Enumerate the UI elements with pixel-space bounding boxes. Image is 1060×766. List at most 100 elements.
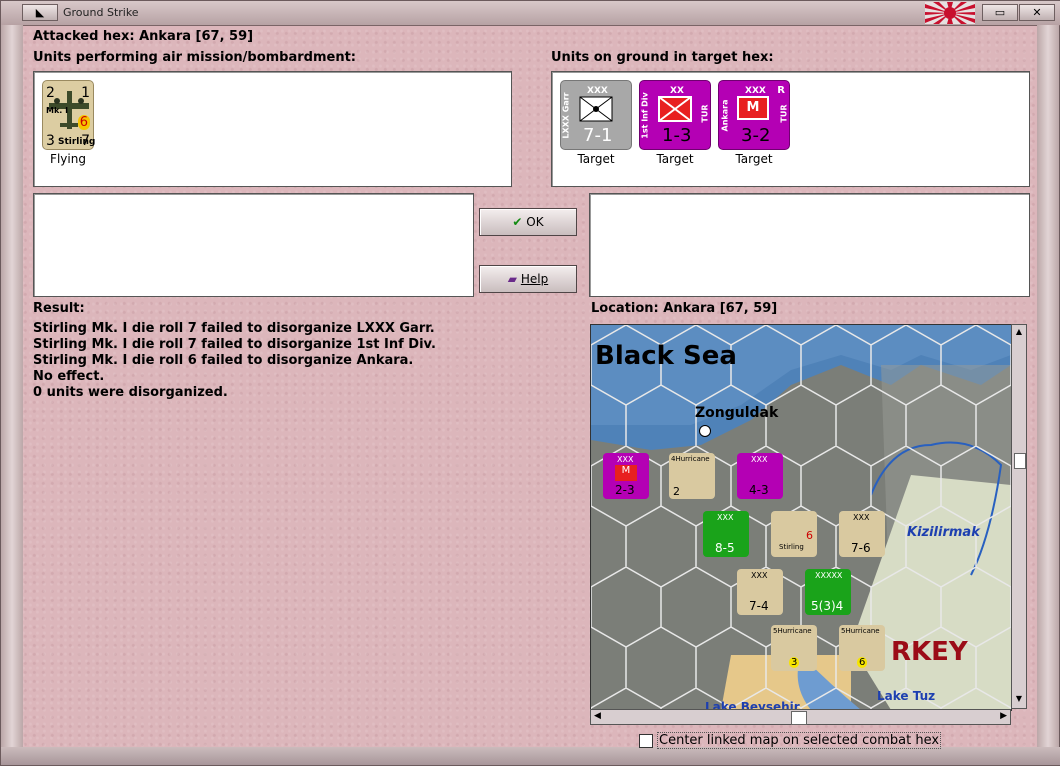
unit-size: XX [670, 86, 684, 96]
map-counter[interactable]: XXX 4-3 [737, 453, 783, 499]
unit-counter: XXX R Ankara TUR M 3-2 [718, 80, 790, 150]
map-label-sea: Black Sea [595, 341, 737, 371]
japan-flag-icon [925, 2, 975, 24]
map-counter[interactable]: Stirling 6 [771, 511, 817, 557]
scroll-up-icon[interactable]: ▲ [1014, 327, 1024, 339]
unit-status: Target [735, 152, 773, 166]
counter-values: 3 [789, 657, 800, 668]
unit-values: 1-3 [662, 125, 692, 146]
counter-values: 2 [673, 485, 680, 498]
result-line: Stirling Mk. I die roll 6 failed to diso… [33, 353, 414, 368]
scroll-down-icon[interactable]: ▼ [1014, 694, 1024, 706]
map-counter[interactable]: 5Hurricane 3 [771, 625, 817, 671]
map-counter[interactable]: XXX 8-5 [703, 511, 749, 557]
air-units-panel: 2 1 Mk. I 6 3 Stirling 7 Flying [33, 71, 512, 187]
title-bar: ◣ Ground Strike ▭ ✕ [1, 1, 1060, 26]
left-info-panel [33, 193, 474, 297]
unit-nation: TUR [700, 104, 710, 123]
map-label-country: RKEY [891, 637, 968, 667]
system-menu-button[interactable]: ◣ [22, 4, 58, 21]
unit-corner: R [777, 85, 785, 96]
unit-status: Target [577, 152, 615, 166]
air-units-label: Units performing air mission/bombardment… [33, 50, 357, 65]
unit-symbol: M [737, 96, 769, 120]
map-counter[interactable]: 4Hurricane 2 [669, 453, 715, 499]
defense-value: 3 [46, 133, 55, 149]
window-title: Ground Strike [63, 6, 139, 19]
checkmark-icon: ✔ [512, 215, 523, 229]
counter-values: 7-6 [851, 541, 871, 555]
scroll-right-icon[interactable]: ▶ [1000, 711, 1007, 721]
counter-values: 2-3 [615, 483, 635, 497]
unit-size: XXX [587, 86, 608, 96]
attack-value: 2 [46, 85, 55, 101]
map-counter[interactable]: XXX M 2-3 [603, 453, 649, 499]
ground-unit-ankara[interactable]: XXX R Ankara TUR M 3-2 Target [718, 80, 790, 166]
scroll-thumb[interactable] [1014, 453, 1026, 469]
counter-values: 8-5 [715, 541, 735, 555]
result-line: Stirling Mk. I die roll 7 failed to diso… [33, 337, 436, 352]
attacked-hex-label: Attacked hex: Ankara [67, 59] [33, 29, 254, 44]
ok-label: OK [526, 215, 544, 229]
center-map-label[interactable]: Center linked map on selected combat hex [657, 732, 942, 749]
counter-top: XXX [717, 513, 734, 522]
result-line: 0 units were disorganized. [33, 385, 228, 400]
result-line: No effect. [33, 369, 105, 384]
map-label-river: Kizilirmak [907, 525, 980, 540]
map-counter[interactable]: 5Hurricane 6 [839, 625, 885, 671]
air-unit-stirling[interactable]: 2 1 Mk. I 6 3 Stirling 7 Flying [42, 80, 95, 166]
location-label: Location: Ankara [67, 59] [591, 301, 778, 316]
range-value: 1 [81, 85, 90, 101]
scroll-left-icon[interactable]: ◀ [594, 711, 601, 721]
counter-top: 5Hurricane [773, 627, 812, 635]
unit-values: 7-1 [583, 125, 613, 146]
unit-counter: XX 1st Inf Div TUR 1-3 [639, 80, 711, 150]
unit-side-text: Ankara [720, 99, 730, 132]
result-label: Result: [33, 301, 85, 316]
hex-map[interactable]: Black Sea Zonguldak Kizilirmak RKEY Lake… [590, 324, 1012, 711]
map-label-city: Zonguldak [695, 405, 779, 421]
counter-values: 7-4 [749, 599, 769, 613]
unit-counter: XXX LXXX Garr 7-1 [560, 80, 632, 150]
help-book-icon: ▰ [507, 272, 518, 286]
strength-value: 6 [77, 115, 90, 130]
counter-top: 4Hurricane [671, 455, 710, 463]
unit-side-text: LXXX Garr [561, 92, 571, 139]
unit-side-text: 1st Inf Div [640, 92, 650, 139]
unit-status: Flying [50, 152, 86, 166]
map-vertical-scrollbar[interactable]: ▲ ▼ [1011, 324, 1027, 709]
help-button[interactable]: ▰ Help [479, 265, 577, 293]
counter-top: XXXXX [815, 571, 843, 580]
counter-top: XXX [751, 455, 768, 464]
counter-top: XXX [853, 513, 870, 522]
close-button[interactable]: ✕ [1019, 4, 1055, 21]
counter-top: Stirling [779, 543, 804, 551]
bottom-border [1, 747, 1060, 765]
garrison-symbol-icon [579, 96, 613, 122]
counter-values: 4-3 [749, 483, 769, 497]
unit-status: Target [656, 152, 694, 166]
counter-top: XXX [617, 455, 634, 464]
map-counter[interactable]: XXX 7-4 [737, 569, 783, 615]
ground-unit-lxxx-garr[interactable]: XXX LXXX Garr 7-1 Target [560, 80, 632, 166]
center-map-checkbox[interactable] [639, 734, 653, 748]
ground-unit-1st-inf-div[interactable]: XX 1st Inf Div TUR 1-3 Target [639, 80, 711, 166]
right-border [1037, 25, 1059, 747]
help-label: Help [520, 272, 549, 286]
restore-button[interactable]: ▭ [982, 4, 1018, 21]
counter-top: 5Hurricane [841, 627, 880, 635]
unit-values: 3-2 [741, 125, 771, 146]
map-counter[interactable]: XXXXX 5(3)4 [805, 569, 851, 615]
mark-label: Mk. I [46, 106, 69, 115]
map-counter[interactable]: XXX 7-6 [839, 511, 885, 557]
counter-values: 6 [806, 529, 813, 542]
scroll-thumb[interactable] [791, 711, 807, 725]
counter-top: XXX [751, 571, 768, 580]
city-marker-icon [699, 425, 711, 437]
ground-units-panel: XXX LXXX Garr 7-1 Target XX 1st Inf Div … [551, 71, 1030, 187]
result-text: Stirling Mk. I die roll 7 failed to diso… [33, 321, 436, 401]
ok-button[interactable]: ✔ OK [479, 208, 577, 236]
counter-values: 6 [857, 657, 868, 668]
map-horizontal-scrollbar[interactable]: ◀ ▶ [590, 709, 1011, 725]
ground-strike-window: ◣ Ground Strike ▭ ✕ Attacked hex: Ankara… [0, 0, 1060, 766]
